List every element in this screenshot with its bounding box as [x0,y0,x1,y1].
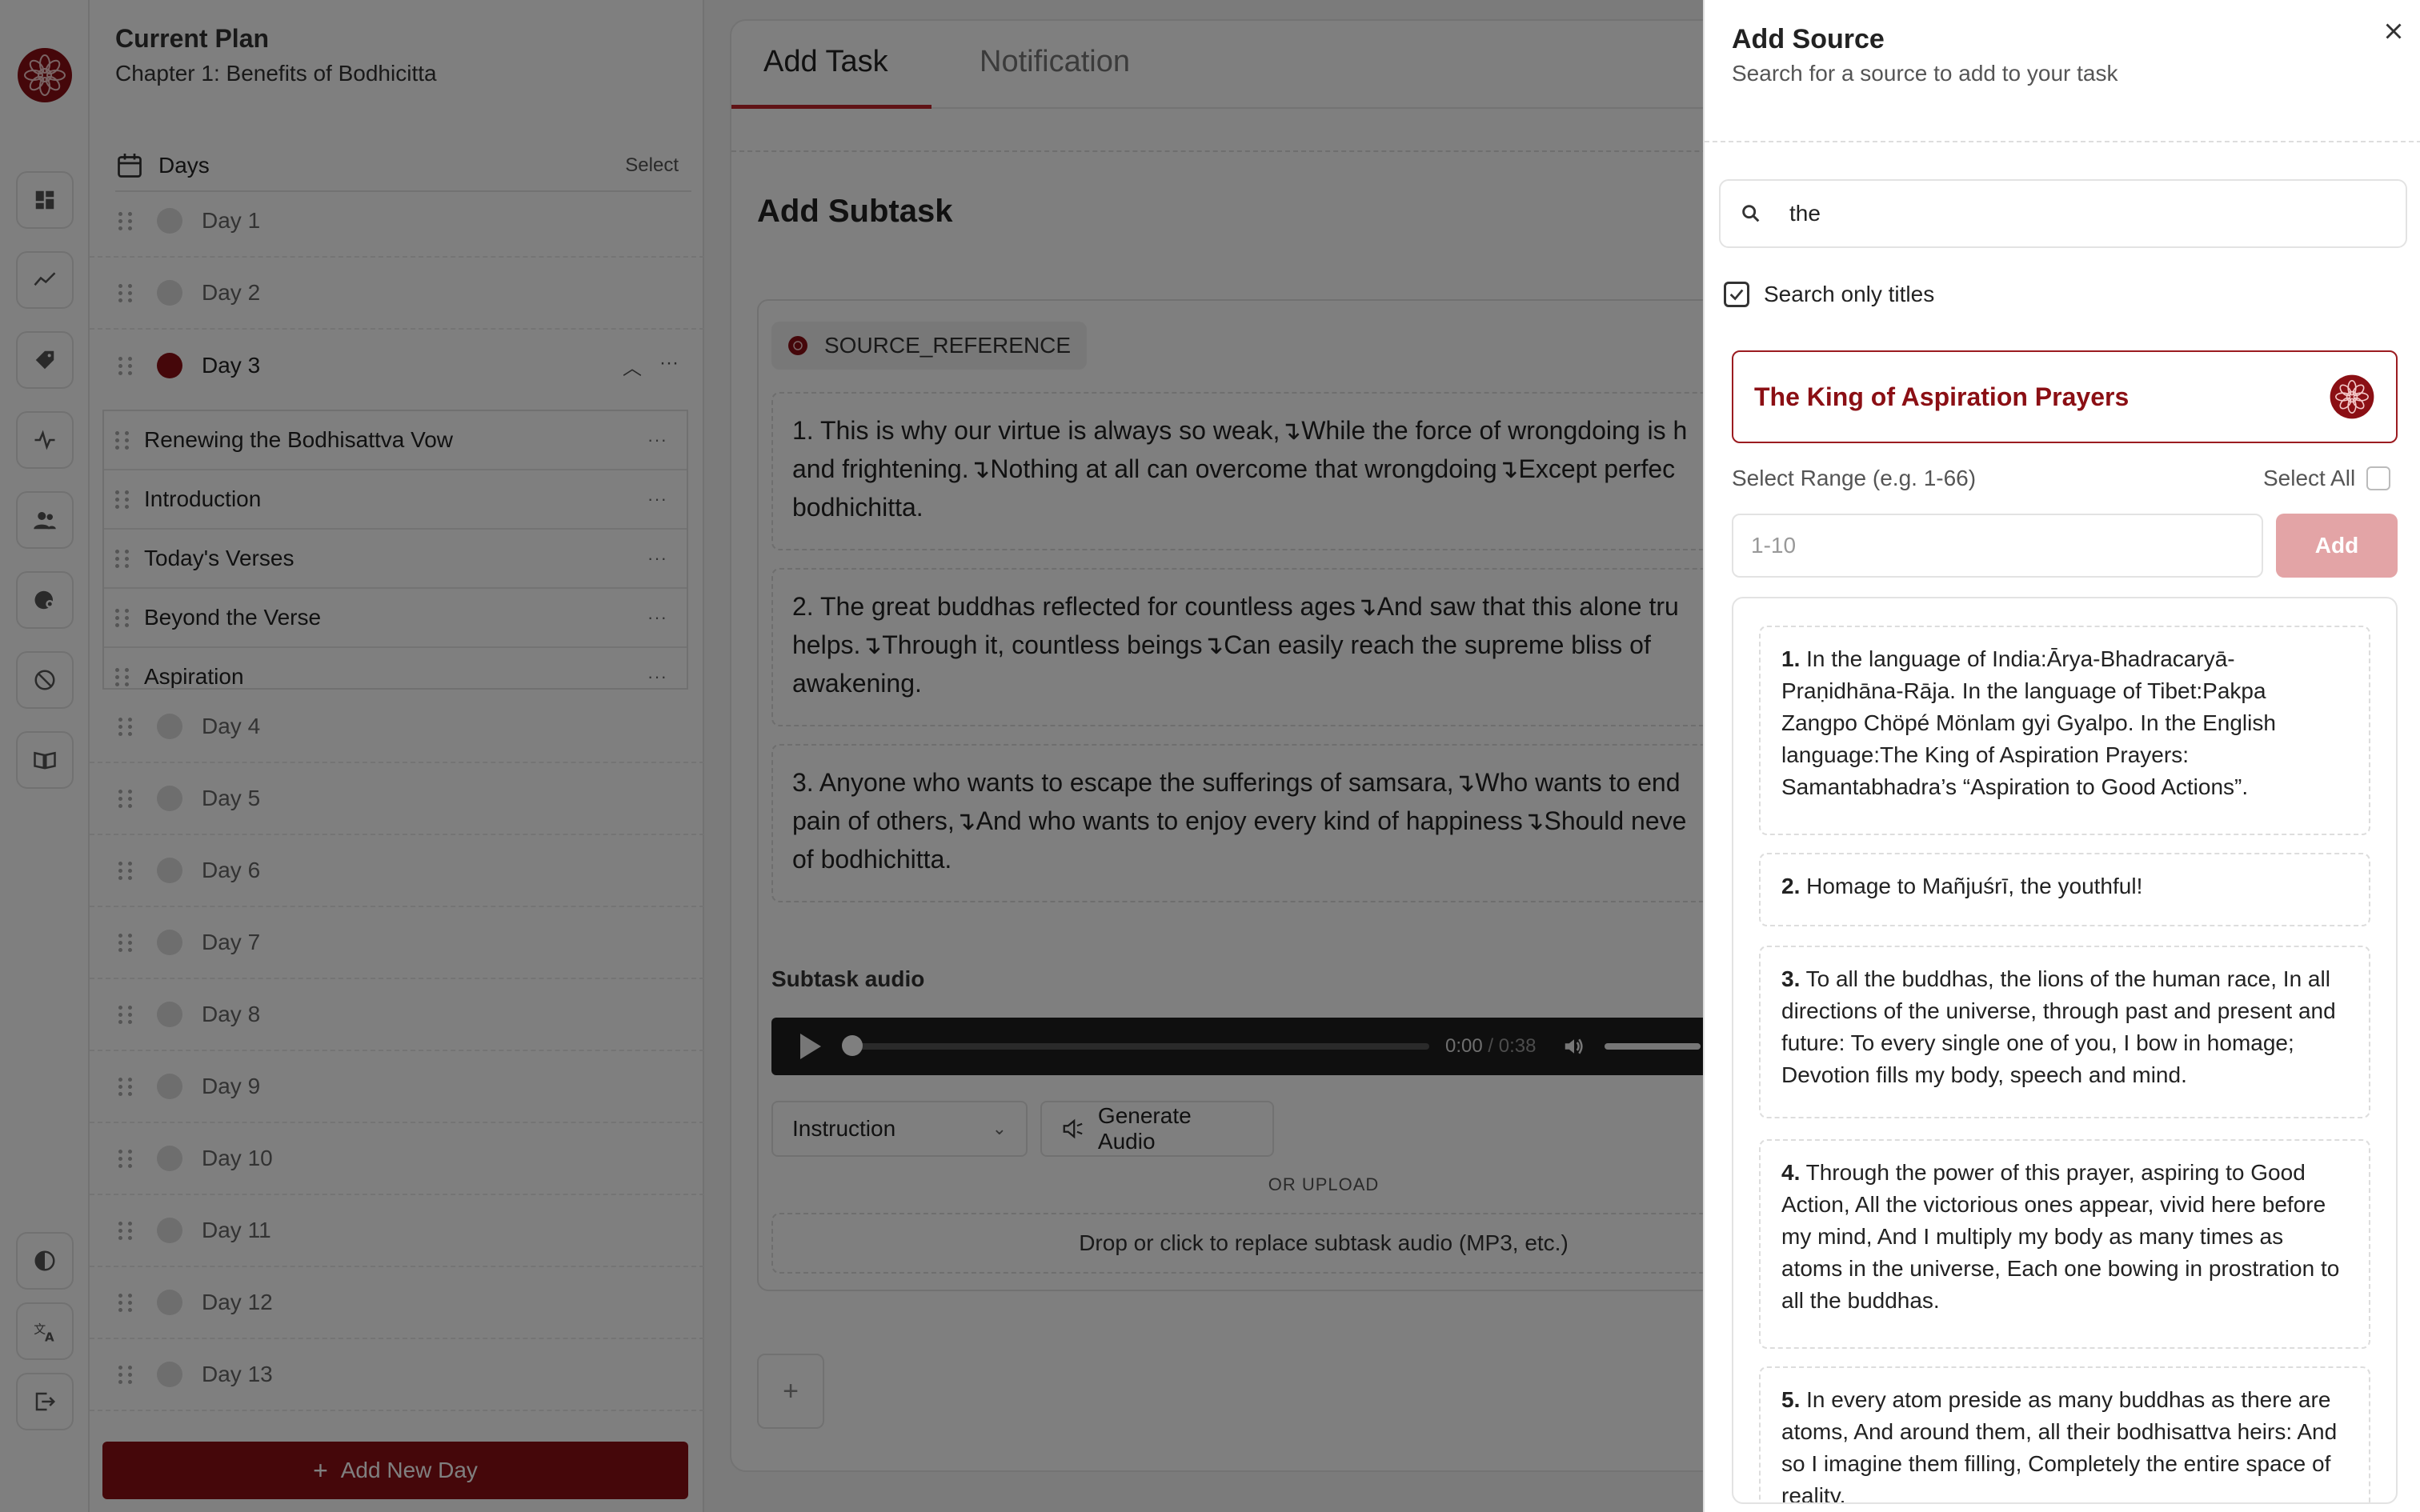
search-icon [1742,205,1760,222]
search-value: the [1789,201,1821,226]
list-item[interactable]: 3. To all the buddhas, the lions of the … [1759,946,2370,1118]
add-source-drawer: Add Source Search for a source to add to… [1703,0,2420,1512]
list-item[interactable]: 5. In every atom preside as many buddhas… [1759,1366,2370,1502]
source-search-input[interactable]: the [1719,179,2407,248]
select-all-toggle[interactable]: Select All [2263,466,2391,491]
list-item[interactable]: 2. Homage to Mañjuśrī, the youthful! [1759,853,2370,926]
drawer-title: Add Source [1732,24,1885,54]
range-label: Select Range (e.g. 1-66) [1732,466,1977,490]
select-all-checkbox[interactable] [2366,466,2391,490]
source-verse-list[interactable]: 1. In the language of India:Ārya-Bhadrac… [1732,597,2398,1504]
search-titles-toggle[interactable]: Search only titles [1724,282,1934,307]
modal-backdrop[interactable] [0,0,1703,1512]
source-name: The King of Aspiration Prayers [1754,382,2130,411]
drawer-subtitle: Search for a source to add to your task [1732,61,2118,86]
checkbox-checked[interactable] [1724,282,1749,307]
list-item[interactable]: 4. Through the power of this prayer, asp… [1759,1139,2370,1349]
add-range-button[interactable]: Add [2276,514,2398,578]
source-emblem-icon [2330,374,2374,419]
select-all-label: Select All [2263,466,2356,490]
divider [1705,141,2420,142]
checkbox-label: Search only titles [1764,282,1935,306]
list-item[interactable]: 1. In the language of India:Ārya-Bhadrac… [1759,626,2370,835]
selected-source-card[interactable]: The King of Aspiration Prayers [1732,350,2398,443]
range-input[interactable]: 1-10 [1732,514,2263,578]
close-icon[interactable] [2380,18,2407,45]
